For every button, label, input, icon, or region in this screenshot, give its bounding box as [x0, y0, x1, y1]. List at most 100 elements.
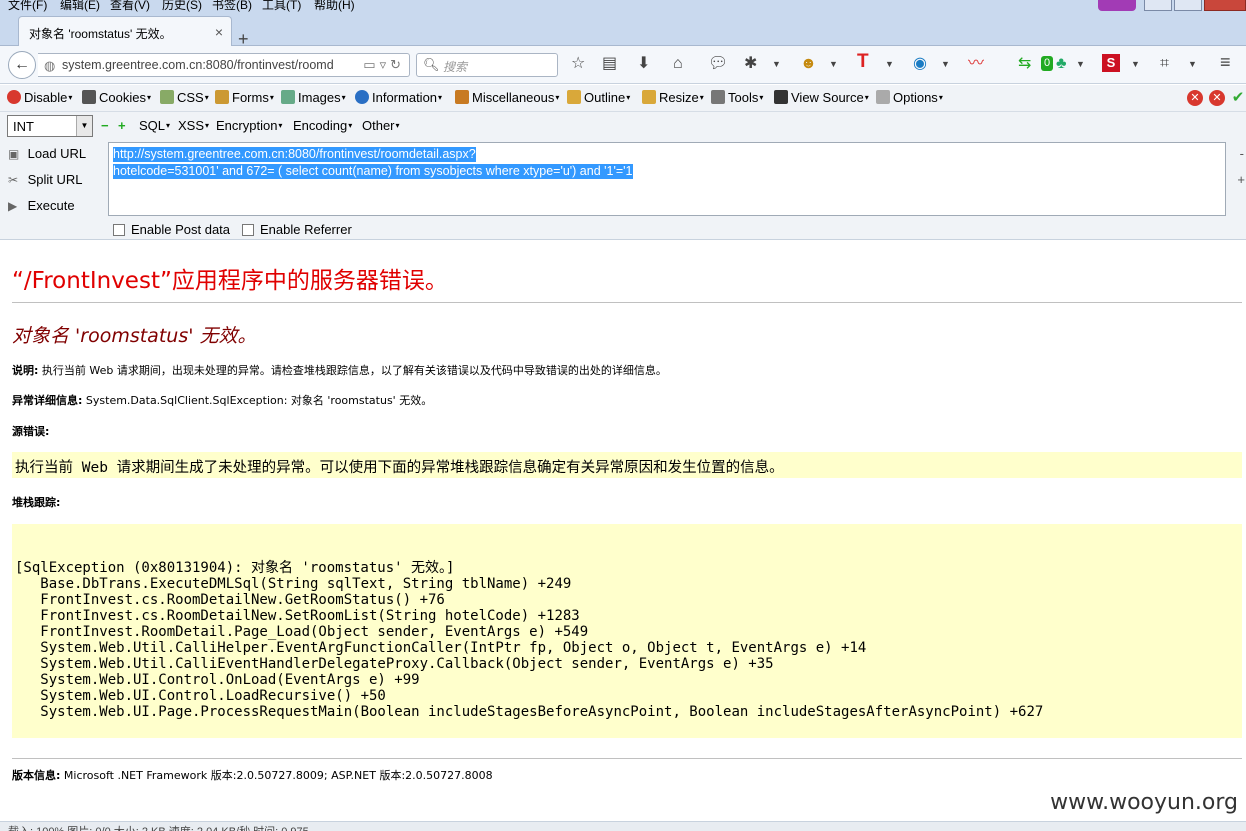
toolbar-forms[interactable]: Forms▾	[215, 90, 274, 105]
checkbox[interactable]	[113, 224, 125, 236]
s-extension-icon[interactable]: S	[1102, 54, 1120, 72]
toolbar-outline[interactable]: Outline▾	[567, 90, 630, 105]
menu-encryption[interactable]: Encryption▾	[216, 118, 282, 133]
check-icon[interactable]: ✔	[1230, 90, 1246, 106]
reload-icon[interactable]: ↻	[390, 57, 405, 72]
menu-edit[interactable]: 编辑(E)	[60, 0, 100, 12]
chevron-down-icon[interactable]: ▼	[1076, 55, 1085, 73]
search-bar[interactable]: 🔍︎ 搜索	[416, 53, 558, 77]
stack-trace-label: 堆栈跟踪:	[12, 496, 61, 509]
close-window-button[interactable]	[1204, 0, 1246, 11]
scissors-icon: ✂	[8, 173, 19, 187]
enable-referrer-checkbox[interactable]: Enable Referrer	[242, 222, 352, 237]
greasemonkey-icon[interactable]: ☻	[800, 55, 817, 73]
toolbar-label: Forms	[232, 90, 269, 105]
crop-icon[interactable]: ⌗	[1160, 55, 1169, 73]
toolbar-miscellaneous[interactable]: Miscellaneous▾	[455, 90, 559, 105]
toolbar-images[interactable]: Images▾	[281, 90, 346, 105]
type-select[interactable]: INT ▼	[7, 115, 93, 137]
puzzle-icon[interactable]: ♣	[1056, 55, 1067, 73]
shrink-icon[interactable]: -	[1240, 146, 1244, 161]
text-t-icon[interactable]: T	[857, 52, 869, 71]
back-button[interactable]: ←	[8, 51, 36, 79]
enable-post-checkbox[interactable]: Enable Post data	[113, 222, 230, 237]
chevron-down-icon[interactable]: ▼	[885, 55, 894, 73]
chevron-down-icon[interactable]: ▼	[941, 55, 950, 73]
download-icon[interactable]: ⬇	[637, 55, 650, 73]
menu-xss[interactable]: XSS▾	[178, 118, 209, 133]
toolbar-label: Information	[372, 90, 438, 105]
search-icon: 🔍︎	[423, 57, 440, 72]
menu-view[interactable]: 查看(V)	[110, 0, 150, 12]
toolbar-disable[interactable]: Disable▾	[7, 90, 72, 105]
toolbar-cookies[interactable]: Cookies▾	[82, 90, 151, 105]
hamburger-menu-icon[interactable]: ≡	[1220, 53, 1231, 71]
toolbar-view-source[interactable]: View Source▾	[774, 90, 869, 105]
toolbar-options[interactable]: Options▾	[876, 90, 943, 105]
bug-icon[interactable]: ✱	[744, 55, 757, 73]
url-text: system.greentree.com.cn:8080/frontinvest…	[62, 58, 334, 72]
menu-help[interactable]: 帮助(H)	[314, 0, 355, 12]
maximize-button[interactable]	[1174, 0, 1202, 11]
toolbar-tools[interactable]: Tools▾	[711, 90, 763, 105]
plugin-icon[interactable]	[1098, 0, 1136, 11]
images-icon	[281, 90, 295, 104]
chart-icon[interactable]: 〰	[968, 55, 984, 73]
error-icon[interactable]: ✕	[1187, 90, 1203, 106]
version-label: 版本信息:	[12, 769, 61, 782]
tools-icon	[711, 90, 725, 104]
checkbox-label: Enable Referrer	[260, 222, 352, 237]
badge-count[interactable]: 0	[1041, 56, 1054, 71]
tab-active[interactable]: 对象名 'roomstatus' 无效。 ×	[18, 16, 232, 47]
toolbar-label: Outline	[584, 90, 626, 105]
load-url-button[interactable]: ▣ Load URL	[8, 146, 86, 161]
css-icon	[160, 90, 174, 104]
error-icon[interactable]: ✕	[1209, 90, 1225, 106]
chat-icon[interactable]: 💬︎	[708, 55, 728, 73]
menu-sql[interactable]: SQL▾	[139, 118, 170, 133]
url-bar[interactable]: ◍ system.greentree.com.cn:8080/frontinve…	[38, 53, 410, 77]
expand-icon[interactable]: +	[1237, 172, 1245, 187]
bookmarks-list-icon[interactable]: ▤	[602, 55, 617, 73]
source-error-text: 执行当前 Web 请求期间生成了未处理的异常。可以使用下面的异常堆栈跟踪信息确定…	[15, 460, 784, 476]
menu-history[interactable]: 历史(S)	[162, 0, 202, 12]
execute-button[interactable]: ▶ Execute	[8, 198, 75, 213]
hackbar-panel: ▣ Load URL ✂ Split URL ▶ Execute http://…	[0, 140, 1246, 240]
reader-icon[interactable]: ▭	[363, 57, 379, 72]
plus-icon[interactable]: +	[118, 118, 126, 133]
chevron-down-icon[interactable]: ▼	[829, 55, 838, 73]
split-url-button[interactable]: ✂ Split URL	[8, 172, 83, 187]
tab-strip: 对象名 'roomstatus' 无效。 × +	[0, 12, 1246, 49]
close-tab-icon[interactable]: ×	[215, 24, 223, 40]
url-textarea[interactable]: http://system.greentree.com.cn:8080/fron…	[108, 142, 1226, 216]
menu-bookmarks[interactable]: 书签(B)	[212, 0, 252, 12]
checkbox[interactable]	[242, 224, 254, 236]
menu-other[interactable]: Other▾	[362, 118, 400, 133]
chevron-down-icon[interactable]: ▼	[1131, 55, 1140, 73]
menu-file[interactable]: 文件(F)	[8, 0, 47, 12]
chevron-down-icon[interactable]: ▼	[772, 55, 781, 73]
search-placeholder: 搜索	[443, 60, 468, 74]
toolbar-css[interactable]: CSS▾	[160, 90, 209, 105]
dropdown-icon[interactable]: ▿	[380, 57, 391, 72]
menu-encoding[interactable]: Encoding▾	[293, 118, 352, 133]
home-icon[interactable]: ⌂	[673, 55, 683, 73]
tab-title: 对象名 'roomstatus' 无效。	[29, 27, 172, 41]
ie-tab-icon[interactable]: ◉	[913, 55, 927, 73]
toolbar-information[interactable]: Information▾	[355, 90, 442, 105]
minus-icon[interactable]: −	[101, 118, 109, 133]
menu-label: Encoding	[293, 118, 348, 133]
stack-trace-box: [SqlException (0x80131904): 对象名 'roomsta…	[12, 524, 1242, 738]
bookmark-star-icon[interactable]: ☆	[571, 55, 585, 73]
menu-tools[interactable]: 工具(T)	[262, 0, 301, 12]
source-error-label: 源错误:	[12, 425, 50, 438]
url-line-1: http://system.greentree.com.cn:8080/fron…	[113, 147, 476, 162]
sync-arrows-icon[interactable]: ⇆	[1018, 55, 1031, 73]
toolbar-label: View Source	[791, 90, 864, 105]
toolbar-label: Miscellaneous	[472, 90, 555, 105]
toolbar-resize[interactable]: Resize▾	[642, 90, 704, 105]
chevron-down-icon[interactable]: ▼	[1188, 55, 1197, 73]
minimize-button[interactable]	[1144, 0, 1172, 11]
url-line-2: hotelcode=531001' and 672= ( select coun…	[113, 164, 633, 179]
menu-label: Other	[362, 118, 395, 133]
